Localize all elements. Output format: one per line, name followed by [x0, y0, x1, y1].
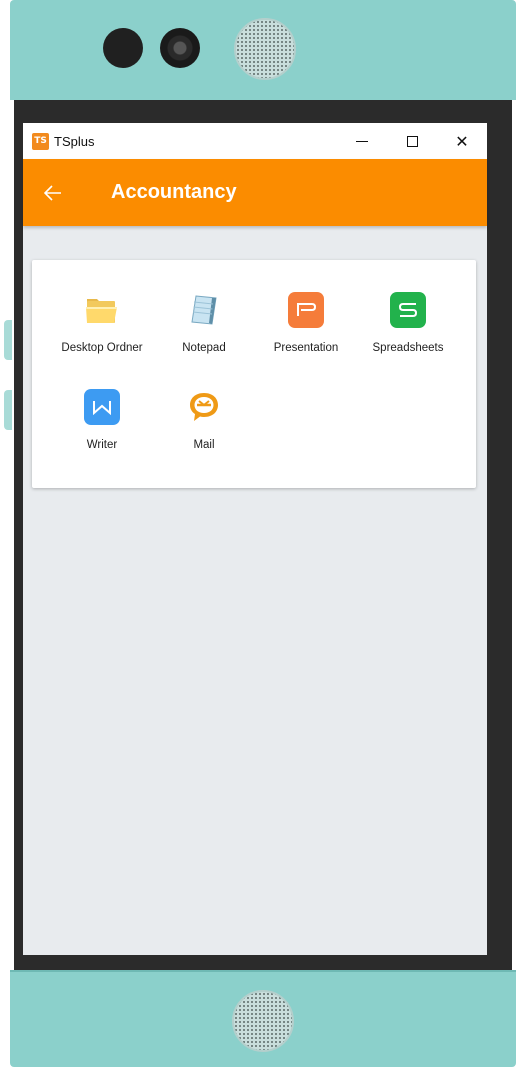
arrow-left-icon — [44, 184, 61, 201]
window-title: TSplus — [54, 133, 95, 149]
window-titlebar[interactable]: TS TSplus ✕ — [23, 123, 487, 159]
bottom-speaker-icon — [232, 990, 294, 1052]
side-button — [4, 320, 12, 360]
window-controls: ✕ — [337, 123, 487, 159]
minimize-button[interactable] — [337, 123, 387, 159]
app-tile-writer[interactable]: Writer — [50, 387, 154, 467]
app-label: Mail — [193, 439, 215, 451]
app-tile-notepad[interactable]: Notepad — [152, 290, 256, 370]
sensor-icon — [103, 28, 143, 68]
app-tile-desktop-ordner[interactable]: Desktop Ordner — [50, 290, 154, 370]
spreadsheets-icon-wrap — [388, 290, 428, 330]
camera-icon — [160, 28, 200, 68]
back-button[interactable] — [41, 181, 65, 205]
apps-card: Desktop Ordner Notepad Presentation Spre… — [32, 260, 476, 488]
mail-icon — [184, 387, 224, 427]
app-label: Writer — [86, 439, 118, 451]
notepad-icon — [184, 290, 224, 330]
page-title: Accountancy — [111, 181, 237, 203]
presentation-icon-wrap — [286, 290, 326, 330]
app-tile-presentation[interactable]: Presentation — [254, 290, 358, 370]
maximize-button[interactable] — [387, 123, 437, 159]
spreadsheets-icon — [390, 292, 426, 328]
app-tile-mail[interactable]: Mail — [152, 387, 256, 467]
top-speaker-icon — [234, 18, 296, 80]
app-bar: Accountancy — [23, 159, 487, 226]
tsplus-window: TS TSplus ✕ Accountancy Desktop Ordner N… — [23, 123, 487, 955]
presentation-icon — [288, 292, 324, 328]
close-button[interactable]: ✕ — [437, 123, 487, 159]
folder-icon — [82, 290, 122, 330]
app-label: Spreadsheets — [372, 342, 444, 354]
tsplus-logo-icon: TS — [32, 132, 49, 150]
minimize-icon — [356, 140, 368, 142]
writer-icon — [84, 389, 120, 425]
writer-icon-wrap — [82, 387, 122, 427]
app-label: Desktop Ordner — [61, 342, 143, 354]
app-label: Notepad — [182, 342, 226, 354]
top-bezel — [10, 0, 516, 100]
app-label: Presentation — [273, 342, 339, 354]
side-button — [4, 390, 12, 430]
maximize-icon — [406, 135, 418, 147]
app-tile-spreadsheets[interactable]: Spreadsheets — [356, 290, 460, 370]
bottom-bezel — [10, 970, 516, 1067]
